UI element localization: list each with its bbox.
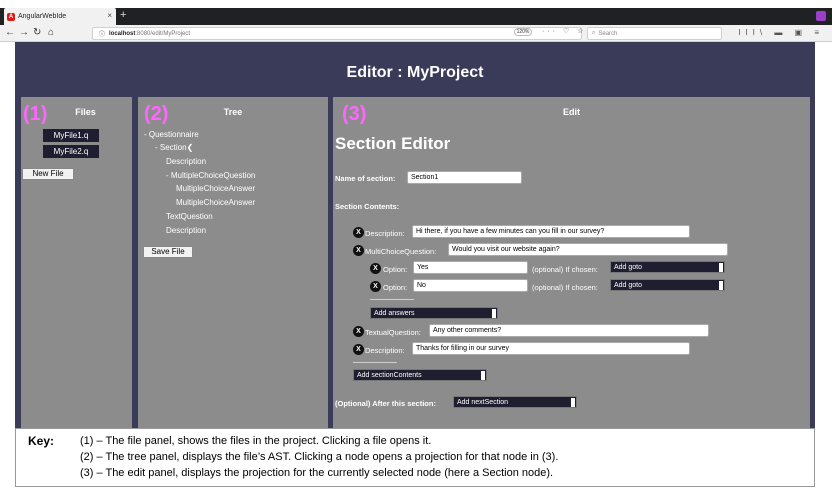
zoom-indicator[interactable]: 120% xyxy=(514,28,532,36)
tree-node[interactable]: TextQuestion xyxy=(166,212,213,221)
files-panel: (1) Files MyFile1.q MyFile2.q New File xyxy=(21,97,132,428)
divider xyxy=(370,299,414,300)
next-section-select[interactable]: Add nextSection xyxy=(453,396,577,408)
option-label: Option: xyxy=(383,283,408,292)
next-section-label: (Optional) After this section: xyxy=(335,399,436,408)
tab-title: AngularWebIde xyxy=(18,13,67,20)
new-tab-button[interactable]: + xyxy=(120,9,126,21)
add-answers-value: Add answers xyxy=(374,310,415,317)
goto-select-value: Add goto xyxy=(614,282,643,289)
section-editor-title: Section Editor xyxy=(335,134,451,153)
close-tab-icon[interactable]: × xyxy=(107,11,112,20)
dropdown-arrow-icon xyxy=(719,281,723,290)
file-item[interactable]: MyFile1.q xyxy=(43,129,99,142)
private-browsing-icon xyxy=(816,11,826,21)
option-input[interactable]: Yes xyxy=(413,261,528,274)
dropdown-arrow-icon xyxy=(481,371,485,380)
browser-tab[interactable]: A AngularWebIde × xyxy=(4,8,116,25)
tree-panel: (2) Tree - Questionnaire - Section❮ Desc… xyxy=(138,97,328,428)
info-icon: ⓘ xyxy=(99,32,106,38)
dropdown-arrow-icon xyxy=(571,398,575,407)
description-label: Description: xyxy=(365,346,405,355)
home-icon[interactable]: ⌂ xyxy=(48,27,54,38)
tree-node[interactable]: - Section❮ xyxy=(155,143,193,152)
tree-node[interactable]: Description xyxy=(166,226,206,235)
edit-panel: (3) Edit Section Editor Name of section:… xyxy=(333,97,810,428)
section-name-input[interactable]: Section1 xyxy=(407,171,522,184)
next-section-value: Add nextSection xyxy=(457,399,508,406)
tree-node[interactable]: MultipleChoiceAnswer xyxy=(176,198,255,207)
url-path: :8080/edit/MyProject xyxy=(135,30,191,37)
edit-heading: Edit xyxy=(563,107,580,117)
remove-question-button[interactable]: X xyxy=(353,245,364,256)
page-actions-icons[interactable]: ··· ♡ ☆ xyxy=(542,27,586,35)
search-input[interactable]: ⌕ Search xyxy=(587,27,722,40)
key-line: (3) – The edit panel, displays the proje… xyxy=(80,467,554,479)
description-input[interactable]: Thanks for filling in our survey xyxy=(412,342,690,355)
section-contents-label: Section Contents: xyxy=(335,202,400,211)
optional-goto-label: (optional) If chosen: xyxy=(532,265,598,274)
remove-option-button[interactable]: X xyxy=(370,263,381,274)
option-input[interactable]: No xyxy=(413,279,528,292)
search-icon: ⌕ xyxy=(592,30,596,36)
goto-select[interactable]: Add goto xyxy=(610,279,725,291)
angular-favicon-icon: A xyxy=(7,12,15,21)
files-heading: Files xyxy=(75,107,96,117)
goto-select-value: Add goto xyxy=(614,264,643,271)
file-item[interactable]: MyFile2.q xyxy=(43,145,99,158)
url-bar[interactable]: ⓘ localhost :8080/edit/MyProject xyxy=(92,27,582,40)
option-label: Option: xyxy=(383,265,408,274)
remove-question-button[interactable]: X xyxy=(353,326,364,337)
key-title: Key: xyxy=(28,434,55,448)
new-file-button[interactable]: New File xyxy=(22,168,74,180)
remove-description-button[interactable]: X xyxy=(353,344,364,355)
description-label: Description: xyxy=(365,229,405,238)
save-file-button[interactable]: Save File xyxy=(143,246,193,258)
tree-node[interactable]: MultipleChoiceAnswer xyxy=(176,184,255,193)
dropdown-arrow-icon xyxy=(492,309,496,318)
add-section-contents-value: Add sectionContents xyxy=(357,372,422,379)
tree-node[interactable]: - MultipleChoiceQuestion xyxy=(166,171,255,180)
add-answers-select[interactable]: Add answers xyxy=(370,307,498,319)
back-icon[interactable]: ← xyxy=(5,27,15,38)
textual-question-input[interactable]: Any other comments? xyxy=(429,324,709,337)
tree-heading: Tree xyxy=(223,107,243,117)
multichoice-question-input[interactable]: Would you visit our website again? xyxy=(448,243,728,256)
tree-node[interactable]: - Questionnaire xyxy=(144,130,199,139)
key-line: (1) – The file panel, shows the files in… xyxy=(80,435,432,447)
search-placeholder: Search xyxy=(598,30,618,37)
forward-icon[interactable]: → xyxy=(19,27,29,38)
goto-select[interactable]: Add goto xyxy=(610,261,725,273)
page-title: Editor : MyProject xyxy=(346,64,484,81)
multichoice-question-label: MultiChoiceQuestion: xyxy=(365,247,437,256)
remove-option-button[interactable]: X xyxy=(370,281,381,292)
optional-goto-label: (optional) If chosen: xyxy=(532,283,598,292)
url-host: localhost xyxy=(109,30,136,37)
dropdown-arrow-icon xyxy=(719,263,723,272)
toolbar-icons[interactable]: III\ ▬ ▣ ≡ xyxy=(738,28,824,37)
tree-node[interactable]: Description xyxy=(166,157,206,166)
textual-question-label: TextualQuestion: xyxy=(365,328,421,337)
screenshot-root: A AngularWebIde × + ← → ↻ ⌂ ⓘ localhost … xyxy=(0,0,832,491)
browser-nav-bar: ← → ↻ ⌂ ⓘ localhost :8080/edit/MyProject… xyxy=(0,25,832,42)
divider xyxy=(353,362,397,363)
add-section-contents-select[interactable]: Add sectionContents xyxy=(353,369,487,381)
description-input[interactable]: Hi there, if you have a few minutes can … xyxy=(412,225,690,238)
figure-key: Key: (1) – The file panel, shows the fil… xyxy=(15,428,815,487)
key-line: (2) – The tree panel, displays the file’… xyxy=(80,451,559,463)
remove-description-button[interactable]: X xyxy=(353,227,364,238)
reload-icon[interactable]: ↻ xyxy=(33,27,41,38)
editor-app: Editor : MyProject (1) Files MyFile1.q M… xyxy=(15,42,815,428)
section-name-label: Name of section: xyxy=(335,174,396,183)
browser-tab-bar: A AngularWebIde × + xyxy=(0,8,832,25)
